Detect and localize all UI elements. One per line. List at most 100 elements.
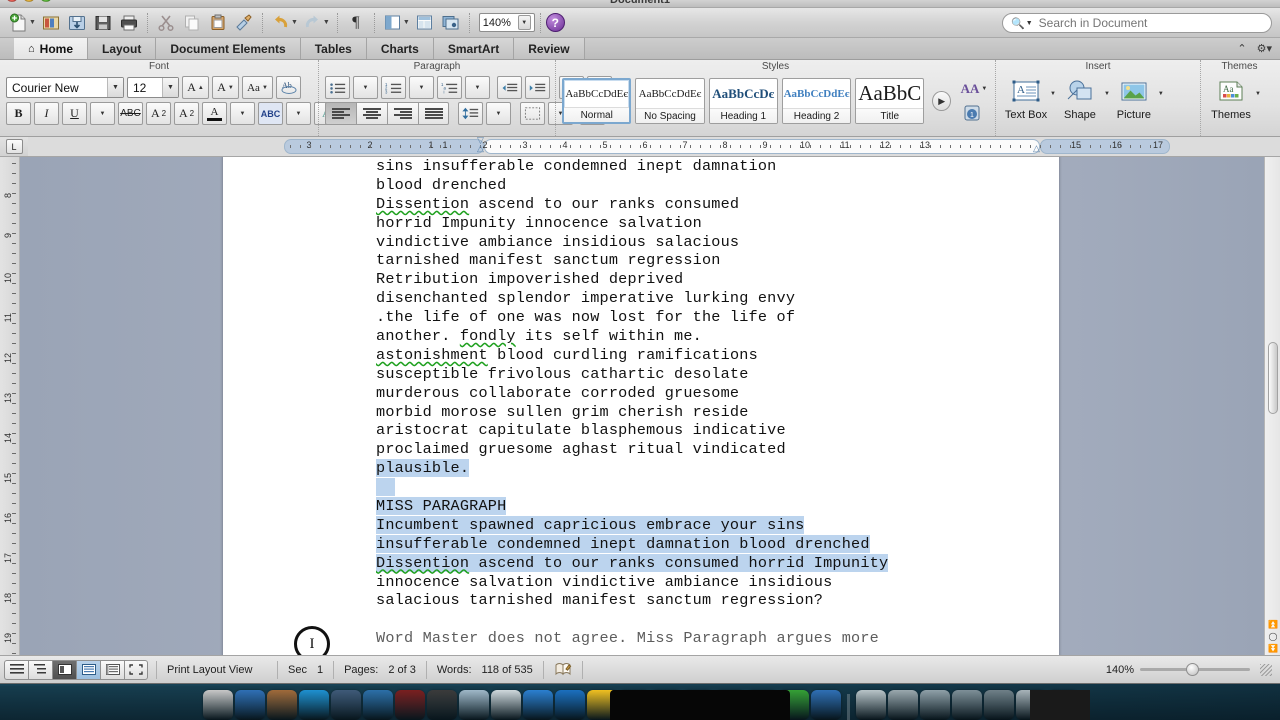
print-icon[interactable] <box>116 10 142 36</box>
document-line[interactable]: plausible. <box>376 459 1016 478</box>
style-heading-2[interactable]: AaBbCcDdEє Heading 2 <box>782 78 851 124</box>
dock-icon[interactable] <box>491 690 521 720</box>
style-title[interactable]: AaBbC Title <box>855 78 924 124</box>
dock-icon[interactable] <box>331 690 361 720</box>
track-changes-icon[interactable] <box>544 662 582 677</box>
document-line[interactable]: another. fondly its self within me. <box>376 327 1016 346</box>
shrink-font-button[interactable]: A▼ <box>212 76 239 99</box>
search-box[interactable]: 🔍 ▼ <box>1002 13 1272 33</box>
previous-page-icon[interactable]: ⏫ <box>1268 621 1278 629</box>
help-icon[interactable]: ? <box>546 13 565 32</box>
styles-more-icon[interactable]: ▶ <box>932 91 951 111</box>
document-line[interactable] <box>376 478 1016 497</box>
tab-smartart[interactable]: SmartArt <box>434 38 514 59</box>
document-line[interactable]: proclaimed gruesome aghast ritual vindic… <box>376 440 1016 459</box>
style-heading-1[interactable]: AaBbCcDє Heading 1 <box>709 78 778 124</box>
notebook-view-button[interactable] <box>100 660 124 680</box>
tab-home[interactable]: ⌂ Home <box>14 38 88 59</box>
search-options-icon[interactable]: ▼ <box>1026 20 1033 27</box>
justify-button[interactable] <box>418 102 449 125</box>
text-box-button[interactable]: A Text Box <box>1002 76 1050 121</box>
line-spacing-button[interactable] <box>458 102 483 125</box>
sidebar-icon[interactable] <box>380 10 406 36</box>
dock-icon[interactable] <box>952 690 982 720</box>
dock-icon[interactable] <box>811 690 841 720</box>
copy-icon[interactable] <box>179 10 205 36</box>
right-indent-marker[interactable]: △ <box>1033 143 1040 154</box>
underline-button[interactable]: U <box>62 102 87 125</box>
manage-styles-button[interactable]: AA▼ <box>959 79 989 99</box>
dock-icon[interactable] <box>523 690 553 720</box>
dock-icon[interactable] <box>888 690 918 720</box>
dock-icon[interactable] <box>203 690 233 720</box>
document-line[interactable]: Incumbent spawned capricious embrace you… <box>376 516 1016 535</box>
document-line[interactable]: innocence salvation vindictive ambiance … <box>376 573 1016 592</box>
highlight-dropdown-icon[interactable]: ▼ <box>286 102 311 125</box>
document-line[interactable]: disenchanted splendor imperative lurking… <box>376 289 1016 308</box>
change-case-button[interactable]: Aa▼ <box>242 76 273 99</box>
dock-icon[interactable] <box>363 690 393 720</box>
themes-dropdown-icon[interactable]: ▼ <box>1255 91 1261 97</box>
align-center-button[interactable] <box>356 102 387 125</box>
new-document-icon[interactable] <box>6 10 32 36</box>
dock-icon[interactable] <box>299 690 329 720</box>
media-browser-icon[interactable] <box>438 10 464 36</box>
redo-icon[interactable] <box>300 10 326 36</box>
line-spacing-dropdown-icon[interactable]: ▼ <box>486 102 511 125</box>
zoom-control[interactable]: 140% <box>1106 664 1276 676</box>
tab-stop-selector[interactable]: L <box>0 137 28 156</box>
document-line[interactable]: aristocrat capitulate blasphemous indica… <box>376 421 1016 440</box>
collapse-ribbon-icon[interactable]: ⌃ <box>1237 42 1246 55</box>
horizontal-ruler[interactable]: 32112345678910111213151617▽△△ <box>28 137 1280 156</box>
bulleted-list-button[interactable] <box>325 76 350 99</box>
clear-formatting-button[interactable]: Ab <box>276 76 301 99</box>
document-canvas[interactable]: sins insufferable condemned inept damnat… <box>20 157 1264 655</box>
increase-indent-button[interactable] <box>525 76 550 99</box>
gallery-icon[interactable] <box>412 10 438 36</box>
cut-icon[interactable] <box>153 10 179 36</box>
font-family-dropdown-icon[interactable]: ▼ <box>107 78 123 97</box>
underline-dropdown-icon[interactable]: ▼ <box>90 102 115 125</box>
font-family-combo[interactable]: Courier New ▼ <box>6 77 124 98</box>
document-line[interactable]: .the life of one was now lost for the li… <box>376 308 1016 327</box>
full-screen-view-button[interactable] <box>124 660 148 680</box>
save-icon[interactable] <box>90 10 116 36</box>
document-text[interactable]: sins insufferable condemned inept damnat… <box>376 157 1016 648</box>
tab-charts[interactable]: Charts <box>367 38 434 59</box>
tab-document-elements[interactable]: Document Elements <box>156 38 300 59</box>
document-line[interactable]: vindictive ambiance insidious salacious <box>376 233 1016 252</box>
first-line-indent-marker[interactable]: ▽△ <box>477 137 484 152</box>
publishing-view-button[interactable] <box>52 660 76 680</box>
borders-button[interactable] <box>520 102 545 125</box>
draft-view-button[interactable] <box>4 660 28 680</box>
picture-button[interactable]: Picture <box>1110 76 1158 121</box>
dock-icon[interactable] <box>267 690 297 720</box>
alignment-group[interactable] <box>325 102 449 125</box>
ribbon-controls[interactable]: ⌃ ⚙▾ <box>1229 38 1280 59</box>
document-line[interactable]: blood drenched <box>376 176 1016 195</box>
resize-grip[interactable] <box>1260 664 1272 676</box>
scroll-page-buttons[interactable]: ⏫ ◯ ⏬ <box>1267 621 1279 653</box>
themes-button[interactable]: Aa Themes <box>1207 76 1255 121</box>
document-line[interactable] <box>376 610 1016 629</box>
dock-icon[interactable] <box>235 690 265 720</box>
dock-icon[interactable] <box>920 690 950 720</box>
browse-object-icon[interactable]: ◯ <box>1269 633 1278 641</box>
numbered-list-button[interactable]: 1 2 3 <box>381 76 406 99</box>
document-line[interactable]: MISS PARAGRAPH <box>376 497 1016 516</box>
decrease-indent-button[interactable] <box>497 76 522 99</box>
document-line[interactable]: Dissention ascend to our ranks consumed … <box>376 554 1016 573</box>
grow-font-button[interactable]: A▲ <box>182 76 209 99</box>
window-title-bar[interactable]: Document1 <box>0 0 1280 8</box>
font-size-dropdown-icon[interactable]: ▼ <box>162 78 178 97</box>
document-line[interactable]: salacious tarnished manifest sanctum reg… <box>376 591 1016 610</box>
outline-view-button[interactable] <box>28 660 52 680</box>
document-line[interactable]: Retribution impoverished deprived <box>376 270 1016 289</box>
document-line[interactable]: morbid morose sullen grim cherish reside <box>376 403 1016 422</box>
dock-icon[interactable] <box>395 690 425 720</box>
document-line[interactable]: sins insufferable condemned inept damnat… <box>376 157 1016 176</box>
zoom-field[interactable]: 140% ▼ <box>479 13 535 32</box>
multilevel-list-button[interactable]: 1 a i <box>437 76 462 99</box>
dock-icon[interactable] <box>459 690 489 720</box>
superscript-button[interactable]: A2 <box>146 102 171 125</box>
